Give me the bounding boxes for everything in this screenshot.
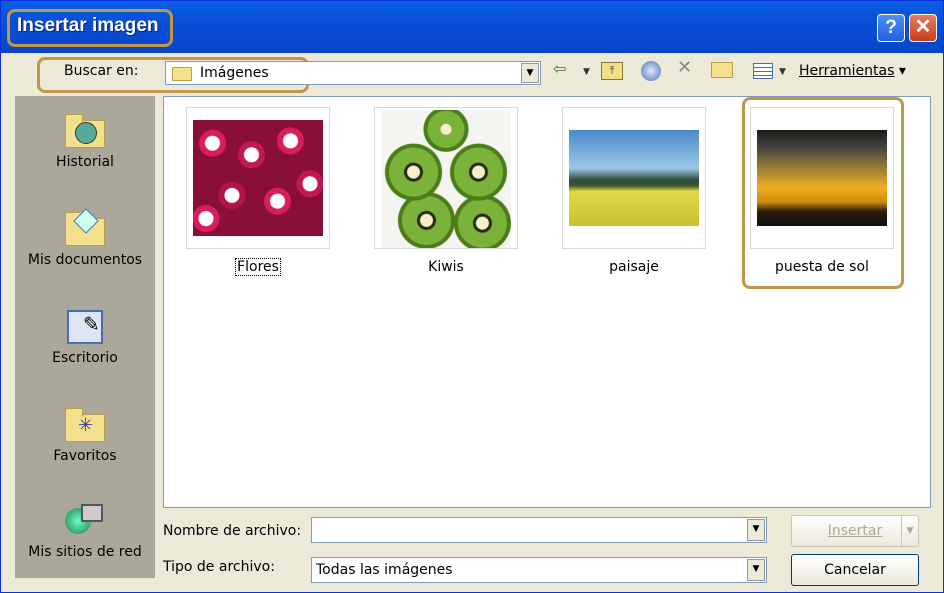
my-documents-icon (63, 208, 107, 248)
place-my-documents[interactable]: Mis documentos (15, 208, 155, 268)
place-label: Mis documentos (27, 252, 143, 268)
place-network[interactable]: Mis sitios de red (15, 500, 155, 560)
places-bar: Historial Mis documentos ✎ Escritorio ✳ … (15, 96, 155, 578)
file-type-select[interactable]: Todas las imágenes ▼ (311, 557, 767, 583)
history-icon (63, 110, 107, 150)
close-button[interactable]: ✕ (909, 14, 937, 42)
chevron-down-icon[interactable]: ▼ (747, 559, 765, 581)
file-thumbnail-paisaje[interactable] (562, 107, 706, 249)
kiwis-image (381, 110, 511, 248)
desktop-icon: ✎ (63, 306, 107, 346)
look-in-value: Imágenes (200, 65, 269, 81)
tools-menu[interactable]: Herramientas ▾ (799, 63, 906, 79)
file-type-value: Todas las imágenes (316, 562, 453, 578)
views-dropdown-icon[interactable]: ▼ (779, 67, 786, 77)
cancel-button[interactable]: Cancelar (791, 554, 919, 586)
place-label: Escritorio (52, 350, 118, 366)
help-button[interactable]: ? (877, 14, 905, 42)
landscape-image (569, 130, 699, 226)
insert-dropdown-icon[interactable]: ▼ (901, 516, 918, 546)
file-type-label: Tipo de archivo: (163, 559, 275, 575)
up-folder-icon[interactable]: ⤒ (601, 62, 623, 80)
selected-file-highlight (742, 97, 904, 289)
back-dropdown-icon[interactable]: ▼ (583, 67, 590, 77)
search-web-icon[interactable] (641, 61, 661, 81)
file-name-paisaje[interactable]: paisaje (554, 259, 714, 275)
delete-icon[interactable]: ✕ (677, 57, 692, 78)
file-thumbnail-kiwis[interactable] (374, 107, 518, 249)
insert-picture-dialog: Insertar imagen ? ✕ Buscar en: Imágenes … (0, 0, 944, 593)
title-highlight (7, 9, 173, 47)
favorites-icon: ✳ (63, 404, 107, 444)
title-bar[interactable]: Insertar imagen ? ✕ (1, 1, 943, 53)
look-in-combobox[interactable]: Imágenes ▼ (165, 61, 541, 85)
file-name-field[interactable]: ▼ (311, 517, 767, 543)
place-label: Mis sitios de red (28, 544, 142, 560)
file-name-kiwis[interactable]: Kiwis (366, 259, 526, 275)
new-folder-icon[interactable] (711, 62, 733, 78)
flowers-image (193, 120, 323, 236)
place-favorites[interactable]: ✳ Favoritos (15, 404, 155, 464)
network-places-icon (63, 500, 107, 540)
file-list[interactable]: Flores Kiwis paisaje puesta de sol (163, 96, 931, 508)
views-icon[interactable] (753, 63, 773, 79)
place-label: Historial (56, 154, 114, 170)
insert-button[interactable]: Insertar ▼ (791, 515, 919, 547)
place-desktop[interactable]: ✎ Escritorio (15, 306, 155, 366)
chevron-down-icon[interactable]: ▼ (521, 63, 539, 83)
back-icon[interactable]: ⇦ (553, 59, 566, 78)
folder-icon (172, 67, 192, 81)
file-thumbnail-flores[interactable] (186, 107, 330, 249)
chevron-down-icon[interactable]: ▼ (747, 519, 765, 541)
place-label: Favoritos (53, 448, 117, 464)
place-history[interactable]: Historial (15, 110, 155, 170)
file-name-flores[interactable]: Flores (178, 258, 338, 276)
file-name-label: Nombre de archivo: (163, 523, 302, 539)
